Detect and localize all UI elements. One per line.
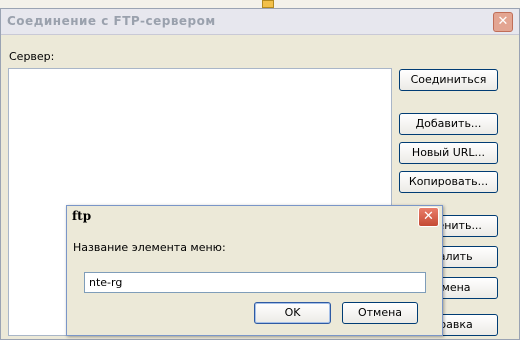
close-icon[interactable]: ✕ xyxy=(493,12,513,32)
menu-item-name-label: Название элемента меню: xyxy=(73,241,226,254)
window-titlebar: Соединение с FTP-сервером ✕ xyxy=(1,9,519,35)
menu-item-name-input[interactable] xyxy=(84,272,426,293)
dialog-cancel-button[interactable]: Отмена xyxy=(342,302,418,324)
folder-icon xyxy=(262,0,274,8)
menu-item-name-dialog: ftp ✕ Название элемента меню: OK Отмена xyxy=(66,205,443,336)
dialog-title: ftp xyxy=(72,209,92,223)
connect-button[interactable]: Соединиться xyxy=(399,69,498,91)
dialog-titlebar: ftp ✕ xyxy=(67,206,442,228)
new-url-button[interactable]: Новый URL... xyxy=(399,142,498,164)
server-label: Сервер: xyxy=(9,50,55,63)
copy-button[interactable]: Копировать... xyxy=(399,171,498,193)
add-button[interactable]: Добавить... xyxy=(399,113,498,135)
ok-button[interactable]: OK xyxy=(254,302,331,324)
close-icon[interactable]: ✕ xyxy=(418,207,439,227)
ftp-connect-window: Соединение с FTP-сервером ✕ Сервер: Соед… xyxy=(0,8,520,340)
window-title: Соединение с FTP-сервером xyxy=(7,14,216,28)
